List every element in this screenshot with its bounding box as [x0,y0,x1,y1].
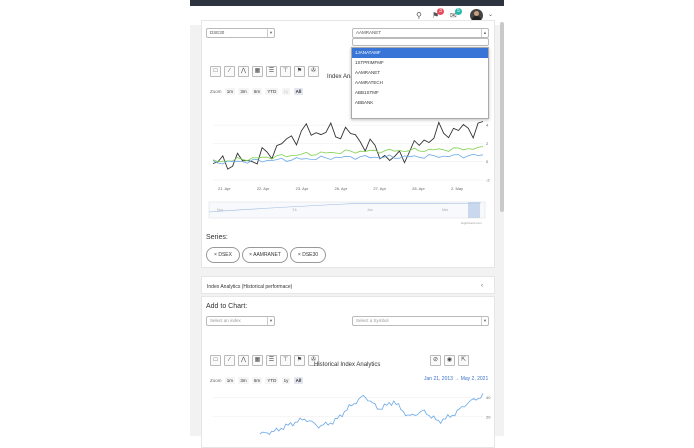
annotation-icon[interactable]: □ [210,66,221,77]
series-chip-dse30[interactable]: × DSE30 [290,247,326,263]
historical-view-tools: ⊘ ◉ ⇱ [430,348,472,366]
zoom-1y-button[interactable]: 1y [281,88,291,95]
index-select-value: DSE30 [210,30,225,35]
bell-icon[interactable]: ⚑ 3 [432,8,444,20]
flag-icon[interactable]: ⚑ [294,355,305,366]
message-badge: 5 [455,8,462,15]
zoom-all-button[interactable]: All [293,88,304,95]
symbol-dropdown[interactable]: 1JANATAMF 1STPRIMFMF AAMRANET AAMRATECH … [351,47,489,119]
series-line[interactable] [212,146,484,163]
zoom-1y-button[interactable]: 1y [281,377,291,384]
crooked-line-icon[interactable]: ⋀ [238,66,249,77]
zoom-label: Zoom [210,89,222,94]
dropdown-option[interactable]: ABB1STMF [352,88,488,98]
series-chip-dsex[interactable]: × DSEX [206,247,240,263]
series-line[interactable] [259,393,484,436]
chevron-up-icon: ▲ [481,29,488,37]
x-tick-label: 22. Apr [257,186,270,191]
crooked-line-icon[interactable]: ⋀ [238,355,249,366]
zoom-6m-button[interactable]: 6m [251,377,263,384]
historical-symbol-select[interactable]: Select a Symbol ▼ [352,316,489,326]
dropdown-option[interactable]: AAMRANET [352,68,488,78]
zoom-label: Zoom [210,378,222,383]
symbol-placeholder: Select a Symbol [356,318,389,323]
vertical-line-icon[interactable]: ⊤ [280,355,291,366]
zoom-1m-button[interactable]: 1m [224,88,236,95]
date-from[interactable]: Jan 21, 2013 [424,376,453,382]
symbol-select-value: AAMRANET [356,30,382,35]
zoom-3m-button[interactable]: 3m [238,88,249,95]
fullscreen-icon[interactable]: ⇱ [458,355,469,366]
eye-icon[interactable]: ◉ [444,355,455,366]
chart-toolbar: □ ∕ ⋀ ▦ ☰ ⊤ ⚑ ✇ [210,59,322,77]
date-to[interactable]: May 2, 2021 [461,376,489,382]
hide-annotations-icon[interactable]: ⊘ [430,355,441,366]
dropdown-option[interactable]: ABBANK [352,98,488,108]
line-tool-icon[interactable]: ∕ [224,355,235,366]
y-tick-label: 40 [486,395,491,400]
measure-icon[interactable]: ▦ [252,355,263,366]
navigator-label: Jan [367,208,373,212]
index-placeholder: Select an index [210,318,241,323]
x-tick-label: 27. Apr [373,186,386,191]
index-select[interactable]: DSE30 ▼ [206,28,275,38]
y-tick-label: 0 [486,159,489,164]
historical-index-select[interactable]: Select an index ▼ [206,316,275,326]
section-title: Index Analytics (Historical performace) [207,284,293,290]
search-icon[interactable]: ⚲ [416,11,422,20]
flag-icon[interactable]: ⚑ [294,66,305,77]
zoom-3m-button[interactable]: 3m [238,377,249,384]
symbol-select[interactable]: AAMRANET ▲ [352,28,489,38]
navigator-label: '16 [292,208,297,212]
y-tick-label: 2 [486,141,489,146]
zoom-ytd-button[interactable]: YTD [265,88,279,95]
x-tick-label: 26. Apr [335,186,348,191]
chevron-down-icon: ▼ [267,317,274,325]
chevron-down-icon[interactable]: ⌄ [488,11,493,18]
navigator-label: Nov [217,208,223,212]
symbol-search-input[interactable] [352,38,489,46]
notification-badge: 3 [437,8,444,15]
zoom-ytd-button[interactable]: YTD [265,377,279,384]
callout-icon[interactable]: ✇ [308,66,319,77]
dropdown-option[interactable]: 1STPRIMFMF [352,58,488,68]
message-icon[interactable]: ✉ 5 [450,8,462,20]
collapse-icon[interactable]: ‹ [481,283,483,289]
historical-toolbar: □ ∕ ⋀ ▦ ☰ ⊤ ⚑ ✇ [210,348,322,366]
date-separator: → [454,376,460,382]
date-range[interactable]: Jan 21, 2013 → May 2, 2021 [424,376,488,382]
historical-chart: 40 20 [213,393,491,436]
x-tick-label: 2. May [451,186,463,191]
y-tick-label: -2 [486,178,490,183]
zoom-1m-button[interactable]: 1m [224,377,236,384]
fibonacci-icon[interactable]: ☰ [266,355,277,366]
add-to-chart-label: Add to Chart: [206,303,248,310]
historical-chart-title: Historical Index Analytics [314,362,381,368]
annotation-icon[interactable]: □ [210,355,221,366]
measure-icon[interactable]: ▦ [252,66,263,77]
chevron-down-icon: ▼ [481,317,488,325]
x-tick-label: 28. Apr [412,186,425,191]
chevron-down-icon: ▼ [267,29,274,37]
x-tick-label: 23. Apr [296,186,309,191]
series-chip-aamranet[interactable]: × AAMRANET [242,247,288,263]
historical-zoom-bar: Zoom 1m 3m 6m YTD 1y All [210,377,304,384]
zoom-6m-button[interactable]: 6m [251,88,263,95]
y-tick-label: 20 [486,414,491,419]
zoom-bar: Zoom 1m 3m 6m YTD 1y All [210,88,304,95]
dropdown-option[interactable]: AAMRATECH [352,78,488,88]
zoom-all-button[interactable]: All [293,377,304,384]
series-label: Series: [206,234,228,241]
navigator-window[interactable] [468,202,480,218]
chart-credit: Highcharts.com [461,221,482,225]
vertical-line-icon[interactable]: ⊤ [280,66,291,77]
dropdown-option[interactable]: 1JANATAMF [352,48,488,58]
y-tick-label: 4 [486,123,489,128]
x-tick-label: 21. Apr [218,186,231,191]
navigator-label: Mar [442,208,449,212]
line-tool-icon[interactable]: ∕ [224,66,235,77]
scrollbar[interactable] [500,22,504,212]
fibonacci-icon[interactable]: ☰ [266,66,277,77]
